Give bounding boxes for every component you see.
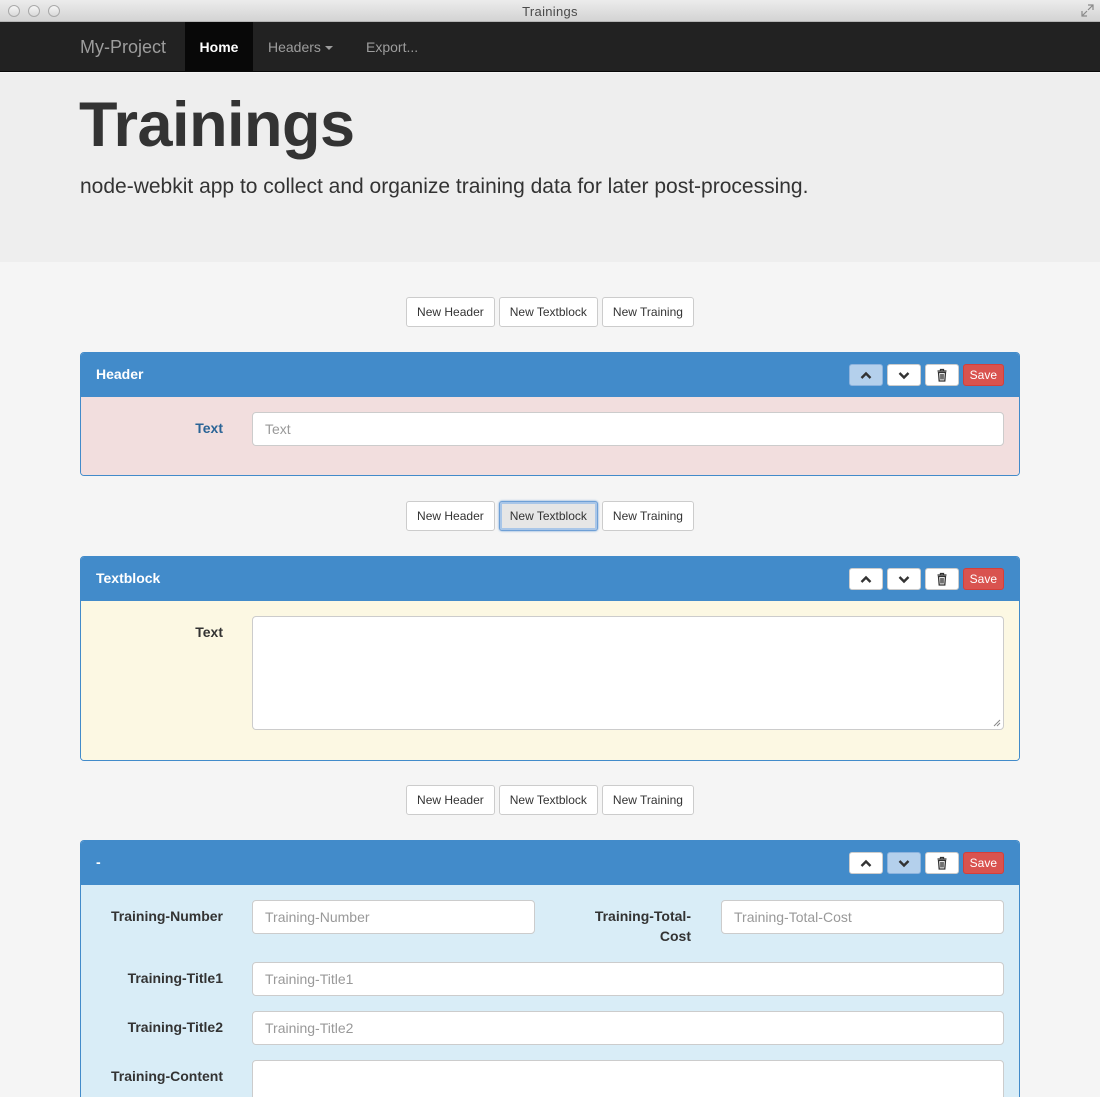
- nav-item-headers[interactable]: Headers: [253, 22, 348, 72]
- chevron-up-icon: [860, 575, 871, 583]
- panel-tools: Save: [845, 364, 1004, 386]
- nav-item-home-label: Home: [199, 39, 239, 55]
- training-title2-input[interactable]: Training-Title2: [252, 1011, 1004, 1045]
- add-buttons-row: New Header New Textblock New Training: [0, 785, 1100, 815]
- save-button[interactable]: Save: [962, 364, 1004, 386]
- training-panel-body: Training-Number Training-Number Training…: [81, 885, 1019, 1097]
- training-number-input[interactable]: Training-Number: [252, 900, 535, 934]
- training-total-cost-label-line2: Cost: [659, 928, 691, 944]
- training-content-textarea[interactable]: [252, 1060, 1004, 1097]
- new-textblock-button[interactable]: New Textblock: [498, 785, 598, 815]
- panel-heading: Textblock Save: [81, 557, 1019, 601]
- new-header-button[interactable]: New Header: [406, 785, 495, 815]
- trash-icon: [937, 368, 947, 382]
- panel-title: Textblock: [96, 570, 161, 586]
- fullscreen-icon[interactable]: [1081, 4, 1094, 17]
- training-total-cost-input[interactable]: Training-Total-Cost: [721, 900, 1004, 934]
- panel-tools: Save: [845, 852, 1004, 874]
- delete-button[interactable]: [924, 364, 959, 386]
- training-total-cost-label: Training-Total- Cost: [551, 906, 691, 946]
- chevron-up-icon: [860, 371, 871, 379]
- page-subtitle: node-webkit app to collect and organize …: [80, 175, 809, 198]
- new-training-button[interactable]: New Training: [601, 785, 694, 815]
- new-textblock-button[interactable]: New Textblock: [498, 297, 598, 327]
- navbar-brand[interactable]: My-Project: [80, 37, 166, 58]
- new-textblock-button[interactable]: New Textblock: [498, 501, 598, 531]
- text-label: Text: [195, 624, 223, 640]
- panel-tools: Save: [845, 568, 1004, 590]
- trash-icon: [937, 856, 947, 870]
- training-number-label: Training-Number: [110, 908, 223, 924]
- training-panel: - Save Training-Number Training-Number T…: [80, 840, 1020, 1097]
- move-down-button[interactable]: [886, 364, 921, 386]
- move-down-button[interactable]: [886, 568, 921, 590]
- panel-title: Header: [96, 366, 144, 382]
- panel-title: -: [96, 854, 101, 870]
- new-header-button[interactable]: New Header: [406, 297, 495, 327]
- textblock-panel-body: Text: [81, 601, 1019, 760]
- chevron-down-icon: [898, 860, 909, 868]
- save-button[interactable]: Save: [962, 852, 1004, 874]
- chevron-down-icon: [898, 372, 909, 380]
- training-title1-label: Training-Title1: [127, 970, 223, 986]
- caret-down-icon: [324, 46, 333, 51]
- nav-item-export[interactable]: Export...: [351, 22, 433, 72]
- new-training-button[interactable]: New Training: [601, 501, 694, 531]
- nav-item-export-label: Export...: [366, 39, 419, 55]
- header-panel-body: Text Text: [81, 397, 1019, 475]
- navbar: My-Project Home Headers Export...: [0, 22, 1100, 72]
- textblock-textarea[interactable]: [252, 616, 1004, 730]
- chevron-down-icon: [898, 576, 909, 584]
- jumbotron: Trainings node-webkit app to collect and…: [0, 73, 1100, 262]
- save-button[interactable]: Save: [962, 568, 1004, 590]
- resize-grip-icon[interactable]: [993, 719, 1001, 727]
- page-title: Trainings: [79, 90, 355, 160]
- move-down-button[interactable]: [886, 852, 921, 874]
- move-up-button[interactable]: [848, 364, 883, 386]
- move-up-button[interactable]: [848, 568, 883, 590]
- window-title: Trainings: [522, 4, 578, 19]
- delete-button[interactable]: [924, 852, 959, 874]
- chevron-up-icon: [860, 859, 871, 867]
- window-title-bar: Trainings: [0, 0, 1100, 22]
- textblock-panel: Textblock Save Text: [80, 556, 1020, 761]
- new-header-button[interactable]: New Header: [406, 501, 495, 531]
- training-total-cost-label-line1: Training-Total-: [594, 908, 691, 924]
- training-title1-input[interactable]: Training-Title1: [252, 962, 1004, 996]
- panel-heading: Header Save: [81, 353, 1019, 397]
- panel-heading: - Save: [81, 841, 1019, 885]
- training-title2-label: Training-Title2: [127, 1019, 223, 1035]
- header-panel: Header Save Text Text: [80, 352, 1020, 476]
- add-buttons-row: New Header New Textblock New Training: [0, 297, 1100, 327]
- move-up-button[interactable]: [848, 852, 883, 874]
- trash-icon: [937, 572, 947, 586]
- nav-item-home[interactable]: Home: [185, 22, 253, 72]
- add-buttons-row: New Header New Textblock New Training: [0, 501, 1100, 531]
- delete-button[interactable]: [924, 568, 959, 590]
- text-label: Text: [195, 420, 223, 436]
- header-text-input[interactable]: Text: [252, 412, 1004, 446]
- training-content-label: Training-Content: [111, 1068, 223, 1084]
- nav-item-headers-label: Headers: [268, 39, 321, 55]
- new-training-button[interactable]: New Training: [601, 297, 694, 327]
